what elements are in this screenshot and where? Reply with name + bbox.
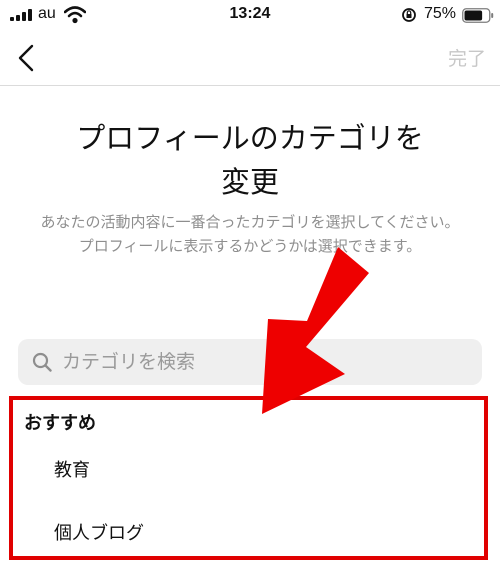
page-title-line-1: プロフィールのカテゴリを	[76, 121, 424, 155]
category-item-education[interactable]: 教育	[12, 444, 486, 494]
screen: au 13:24 75% 完了 プロフィールのカテゴリを 変更 あなたの活動内容…	[0, 0, 500, 568]
chevron-left-icon	[18, 44, 34, 72]
search-box[interactable]	[18, 339, 482, 385]
category-item-label: 個人ブログ	[54, 523, 144, 544]
navigation-bar: 完了	[0, 30, 500, 86]
category-item-personal-blog[interactable]: 個人ブログ	[12, 507, 486, 557]
orientation-lock-icon	[402, 8, 416, 22]
done-button[interactable]: 完了	[448, 44, 486, 71]
page-title-line-2: 変更	[220, 165, 279, 199]
page-description: あなたの活動内容に一番合ったカテゴリを選択してください。プロフィールに表示するか…	[40, 213, 460, 255]
recommended-section-header: おすすめ	[24, 413, 96, 434]
page-title: プロフィールのカテゴリを 変更	[0, 116, 500, 204]
back-button[interactable]	[12, 38, 44, 78]
search-icon	[32, 352, 52, 372]
battery-icon	[462, 8, 494, 23]
category-item-label: 教育	[54, 460, 90, 481]
battery-percent: 75%	[424, 5, 457, 22]
status-bar: au 13:24 75%	[0, 0, 500, 30]
search-input[interactable]	[62, 339, 462, 385]
